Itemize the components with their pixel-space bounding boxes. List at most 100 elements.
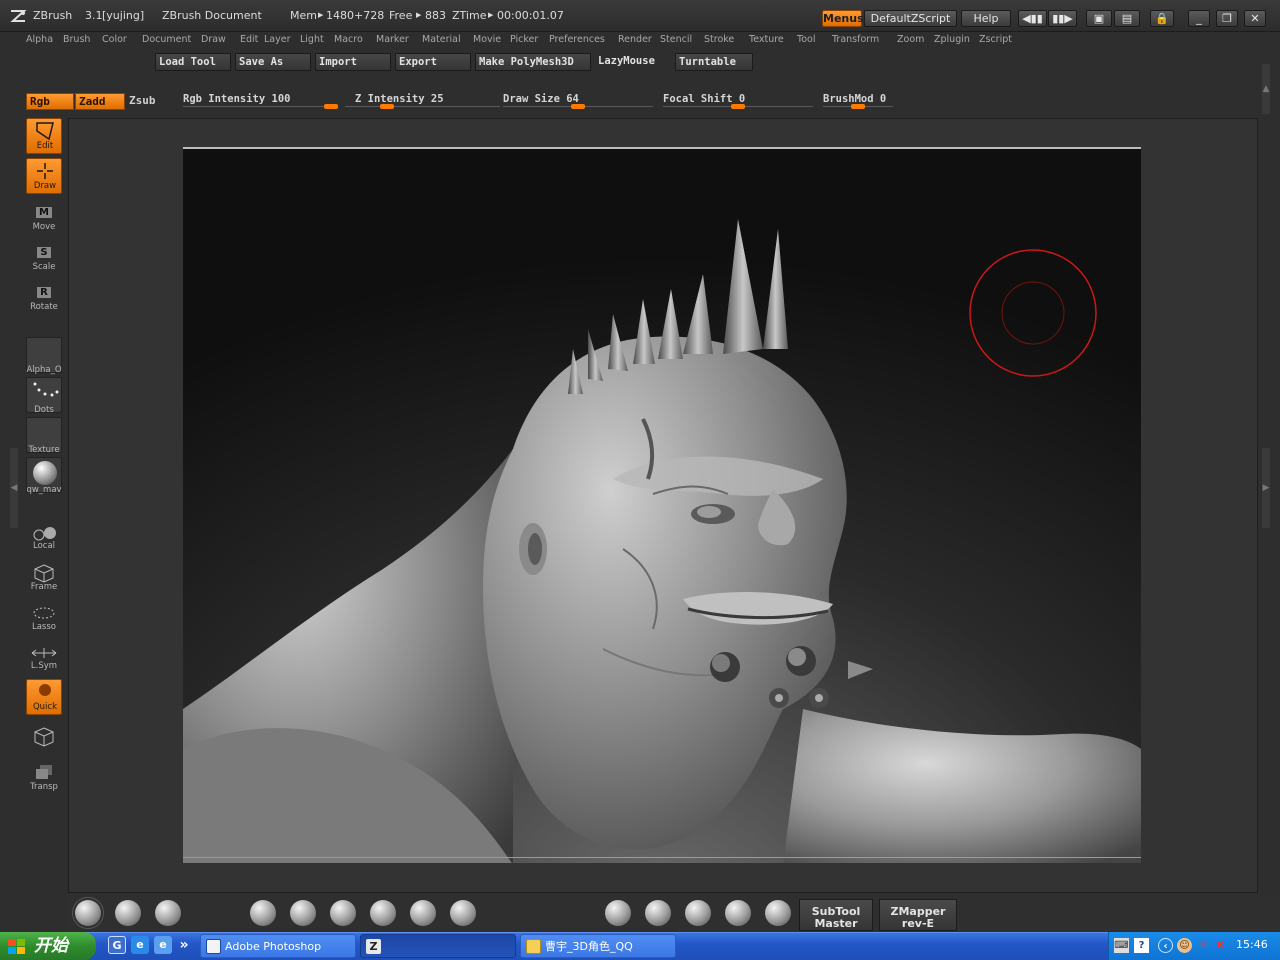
slider-label: Draw Size 64 [503, 93, 579, 105]
menu-document[interactable]: Document [142, 34, 191, 45]
brush-standard-icon[interactable] [72, 897, 104, 929]
browser-icon[interactable]: e [154, 936, 172, 954]
brushmod-slider[interactable]: BrushMod 0 [823, 92, 893, 112]
slider-knob[interactable] [851, 104, 865, 109]
focal-shift-slider[interactable]: Focal Shift 0 [663, 92, 813, 112]
draw-size-slider[interactable]: Draw Size 64 [503, 92, 653, 112]
lasso-label: Lasso [31, 622, 56, 632]
brush-clay-tubes-icon[interactable] [155, 900, 181, 926]
brush-layer-icon[interactable] [290, 900, 316, 926]
brush-flatten-icon[interactable] [410, 900, 436, 926]
help-button[interactable]: Help [961, 10, 1011, 27]
zadd-toggle[interactable]: Zadd [75, 93, 125, 110]
taskbar-folder[interactable]: 曹宇_3D角色_QQ [520, 934, 676, 958]
rotate-icon[interactable]: R [22, 283, 66, 299]
make-polymesh3d-button[interactable]: Make PolyMesh3D [475, 53, 591, 71]
slider-knob[interactable] [731, 104, 745, 109]
menu-alpha[interactable]: Alpha [26, 34, 53, 45]
brush-slash-icon[interactable] [605, 900, 631, 926]
menu-color[interactable]: Color [102, 34, 127, 45]
menu-material[interactable]: Material [422, 34, 461, 45]
layout-icon[interactable]: ▣ [1086, 10, 1112, 27]
slider-knob[interactable] [324, 104, 338, 109]
antivirus-icon[interactable]: K [1213, 938, 1228, 953]
close-icon[interactable]: ✕ [1244, 10, 1266, 27]
slider-label: Z Intensity 25 [355, 93, 444, 105]
menu-picker[interactable]: Picker [510, 34, 538, 45]
document-canvas[interactable] [183, 147, 1141, 863]
subtool-master-button[interactable]: SubTool Master [799, 899, 873, 931]
draw-button[interactable]: Draw [26, 158, 62, 194]
brush-swirl2-icon[interactable] [765, 900, 791, 926]
turntable-button[interactable]: Turntable [675, 53, 753, 71]
taskbar-zbrush[interactable]: Z [360, 934, 516, 958]
save-as-button[interactable]: Save As [235, 53, 311, 71]
left-tray-toggle-icon[interactable]: ◀ [10, 448, 18, 528]
menu-zplugin[interactable]: Zplugin [934, 34, 970, 45]
quick-button[interactable]: Quick [26, 679, 62, 715]
brush-clay-icon[interactable] [115, 900, 141, 926]
lazymouse-button[interactable]: LazyMouse [595, 53, 671, 71]
menu-draw[interactable]: Draw [201, 34, 226, 45]
menu-transform[interactable]: Transform [832, 34, 879, 45]
menu-stencil[interactable]: Stencil [660, 34, 692, 45]
edit-button[interactable]: Edit [26, 118, 62, 154]
menu-macro[interactable]: Macro [334, 34, 363, 45]
help-tray-icon[interactable]: ? [1134, 938, 1149, 953]
menu-texture[interactable]: Texture [749, 34, 784, 45]
network-error-icon[interactable]: ✕ [1196, 938, 1211, 953]
menu-render[interactable]: Render [618, 34, 652, 45]
menu-zscript[interactable]: Zscript [979, 34, 1012, 45]
slider-knob[interactable] [380, 104, 394, 109]
scroll-left-icon[interactable]: ◀▮▮ [1018, 10, 1047, 27]
z-intensity-slider[interactable]: Z Intensity 25 [345, 92, 500, 112]
move-icon[interactable]: M [22, 203, 66, 219]
google-icon[interactable]: G [108, 936, 126, 954]
right-tray-toggle-icon[interactable]: ▶ [1262, 448, 1270, 528]
taskbar-photoshop[interactable]: Adobe Photoshop [200, 934, 356, 958]
keyboard-icon[interactable]: ⌨ [1114, 938, 1129, 953]
brush-pinch-icon[interactable] [330, 900, 356, 926]
lock-icon[interactable]: 🔒 [1150, 10, 1174, 27]
brush-snake-icon[interactable] [685, 900, 711, 926]
export-button[interactable]: Export [395, 53, 471, 71]
menu-stroke[interactable]: Stroke [704, 34, 734, 45]
menu-zoom[interactable]: Zoom [897, 34, 924, 45]
menus-button[interactable]: Menus [822, 10, 864, 27]
zsub-toggle[interactable]: Zsub [126, 93, 166, 110]
load-tool-button[interactable]: Load Tool [155, 53, 231, 71]
alpha-label: Alpha_O [26, 365, 62, 375]
menu-tool[interactable]: Tool [797, 34, 815, 45]
scroll-right-icon[interactable]: ▮▮▶ [1048, 10, 1077, 27]
menu-marker[interactable]: Marker [376, 34, 409, 45]
photoshop-icon [206, 939, 221, 954]
quicklaunch-more-icon[interactable]: » [178, 936, 190, 954]
brush-magnify-icon[interactable] [450, 900, 476, 926]
rgb-intensity-slider[interactable]: Rgb Intensity 100 [183, 92, 338, 112]
qq-icon[interactable]: ☺ [1177, 938, 1192, 953]
tray-expand-icon[interactable]: ‹ [1158, 938, 1173, 953]
slider-knob[interactable] [571, 104, 585, 109]
default-zscript-button[interactable]: DefaultZScript [864, 10, 957, 27]
layout-alt-icon[interactable]: ▤ [1114, 10, 1140, 27]
menu-preferences[interactable]: Preferences [549, 34, 605, 45]
menu-layer[interactable]: Layer [264, 34, 291, 45]
arrow-right-icon: ▶ [318, 11, 324, 19]
menu-movie[interactable]: Movie [473, 34, 501, 45]
menu-edit[interactable]: Edit [240, 34, 258, 45]
minimize-icon[interactable]: _ [1188, 10, 1210, 27]
rgb-toggle[interactable]: Rgb [26, 93, 74, 110]
persp-icon[interactable] [22, 726, 66, 752]
brush-inflate-icon[interactable] [250, 900, 276, 926]
menu-light[interactable]: Light [300, 34, 324, 45]
import-button[interactable]: Import [315, 53, 391, 71]
scrollbar-icon[interactable]: ▲ [1262, 64, 1270, 114]
brush-slash2-icon[interactable] [645, 900, 671, 926]
brush-swirl-icon[interactable] [725, 900, 751, 926]
scale-icon[interactable]: S [22, 243, 66, 259]
brush-smooth-icon[interactable] [370, 900, 396, 926]
zmapper-button[interactable]: ZMapper rev-E [879, 899, 957, 931]
menu-brush[interactable]: Brush [63, 34, 90, 45]
restore-icon[interactable]: ❐ [1216, 10, 1238, 27]
ie-icon[interactable]: e [131, 936, 149, 954]
